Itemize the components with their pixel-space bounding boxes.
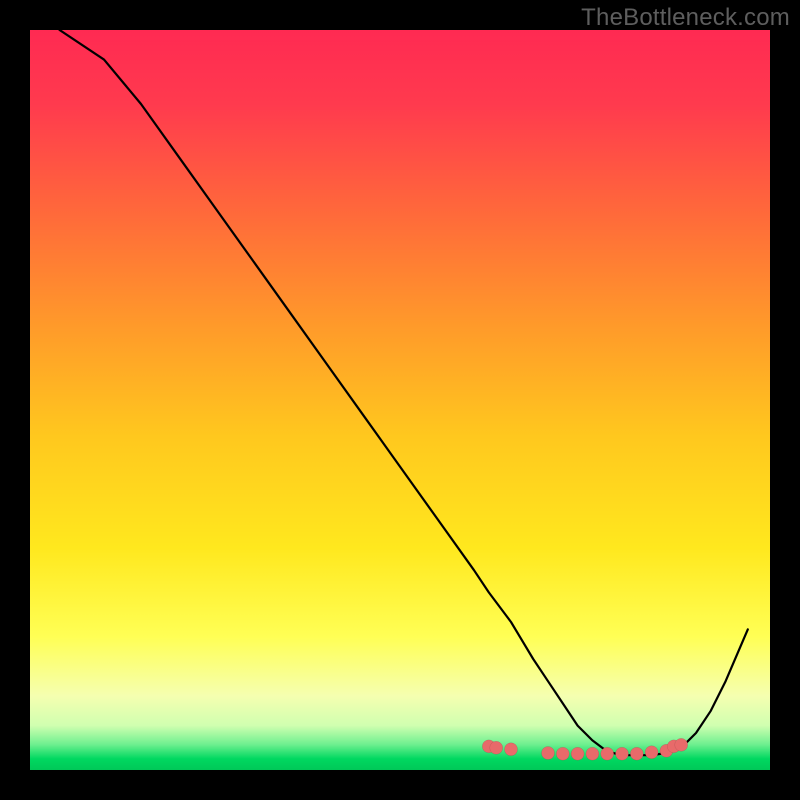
plot-area xyxy=(30,30,770,770)
watermark-label: TheBottleneck.com xyxy=(581,4,790,32)
chart-svg xyxy=(30,30,770,770)
chart-frame: TheBottleneck.com xyxy=(0,0,800,800)
